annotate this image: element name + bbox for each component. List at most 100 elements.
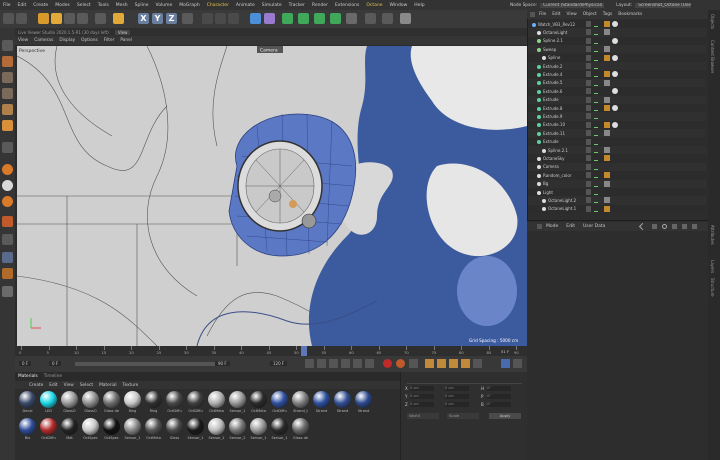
coord-z-field[interactable]: 0 cm bbox=[410, 402, 434, 407]
material-menu-texture[interactable]: Texture bbox=[123, 383, 139, 388]
visibility-dots-icon[interactable] bbox=[586, 205, 591, 212]
visibility-dots-icon[interactable] bbox=[586, 113, 591, 120]
enabled-check-icon[interactable] bbox=[594, 105, 598, 111]
search-icon[interactable] bbox=[662, 224, 667, 229]
viewport[interactable]: Perspective Camera Grid Spacing : 5000 c… bbox=[17, 46, 527, 346]
object-menu-view[interactable]: View bbox=[567, 12, 577, 17]
visibility-dots-icon[interactable] bbox=[586, 163, 591, 170]
enabled-check-icon[interactable] bbox=[594, 29, 598, 36]
coord-h-field[interactable]: 0° bbox=[487, 386, 511, 391]
recent-tool-icon[interactable] bbox=[95, 13, 106, 24]
material-swatch[interactable]: Glass de bbox=[291, 418, 310, 443]
visibility-dots-icon[interactable] bbox=[586, 130, 591, 137]
start-frame-field[interactable]: 0 F bbox=[19, 361, 32, 366]
side-tab-layers[interactable]: Layers bbox=[710, 260, 715, 273]
visibility-dots-icon[interactable] bbox=[586, 147, 591, 153]
attribute-menu-user-data[interactable]: User Data bbox=[583, 224, 605, 229]
object-menu-tags[interactable]: Tags bbox=[603, 12, 613, 17]
object-row[interactable]: OctaneLight.1 bbox=[528, 204, 706, 213]
visibility-dots-icon[interactable] bbox=[586, 46, 591, 53]
enabled-check-icon[interactable] bbox=[594, 206, 598, 212]
coord-x-field[interactable]: 0 cm bbox=[410, 386, 434, 391]
material-menu-edit[interactable]: Edit bbox=[49, 383, 57, 388]
material-swatch[interactable]: Bio bbox=[18, 418, 37, 443]
enabled-check-icon[interactable] bbox=[594, 147, 598, 153]
visibility-dots-icon[interactable] bbox=[586, 79, 591, 86]
visibility-dots-icon[interactable] bbox=[586, 88, 591, 95]
material-swatch[interactable]: OctSpec bbox=[81, 418, 100, 443]
snap-s1-icon[interactable] bbox=[2, 164, 13, 175]
lock-icon[interactable] bbox=[2, 234, 13, 245]
visibility-dots-icon[interactable] bbox=[586, 21, 591, 27]
object-row[interactable]: Light bbox=[528, 188, 706, 197]
layout-dropdown[interactable]: Screenshot_Octane (User) bbox=[635, 2, 692, 8]
object-menu-bookmarks[interactable]: Bookmarks bbox=[618, 12, 642, 17]
material-swatch[interactable]: GlassO bbox=[81, 391, 100, 416]
enabled-check-icon[interactable] bbox=[594, 71, 598, 78]
object-row[interactable]: Extrude.11 bbox=[528, 129, 706, 138]
menu-item-window[interactable]: Window bbox=[390, 3, 408, 8]
size-y-field[interactable]: 0 cm bbox=[445, 394, 469, 399]
coord-mode-dropdown[interactable]: World bbox=[407, 413, 439, 419]
menu-item-octane[interactable]: Octane bbox=[366, 3, 382, 8]
size-z-field[interactable]: 0 cm bbox=[445, 402, 469, 407]
viewport-menu-options[interactable]: Options bbox=[81, 38, 98, 43]
playhead[interactable] bbox=[301, 346, 307, 356]
back-arrow-icon[interactable] bbox=[638, 222, 647, 231]
enabled-check-icon[interactable] bbox=[594, 21, 598, 27]
viewport-menu-view[interactable]: View bbox=[18, 38, 28, 43]
visibility-dots-icon[interactable] bbox=[586, 121, 591, 128]
redo-icon[interactable] bbox=[16, 13, 27, 24]
enabled-check-icon[interactable] bbox=[594, 164, 598, 170]
object-row[interactable]: Spline bbox=[528, 53, 706, 62]
material-swatch[interactable]: Glass de bbox=[102, 391, 121, 416]
scale-icon[interactable] bbox=[64, 13, 75, 24]
enabled-check-icon[interactable] bbox=[594, 63, 598, 69]
up-arrow-icon[interactable] bbox=[652, 224, 657, 229]
make-editable-icon[interactable] bbox=[2, 40, 13, 51]
light-icon[interactable] bbox=[382, 13, 393, 24]
enabled-check-icon[interactable] bbox=[594, 172, 598, 179]
enabled-check-icon[interactable] bbox=[594, 88, 598, 95]
node-space-dropdown[interactable]: Current (Standard/Physical) bbox=[540, 2, 605, 8]
render-settings-icon[interactable] bbox=[228, 13, 239, 24]
object-row[interactable]: Spline.2.1 bbox=[528, 146, 706, 155]
visibility-dots-icon[interactable] bbox=[586, 180, 591, 187]
attribute-menu-mode[interactable]: Mode bbox=[546, 224, 558, 229]
object-row[interactable]: Random_color bbox=[528, 171, 706, 180]
object-row[interactable]: Extrude bbox=[528, 95, 706, 104]
live-select-icon[interactable] bbox=[38, 13, 49, 24]
material-swatch[interactable]: GlassO bbox=[60, 391, 79, 416]
visibility-dots-icon[interactable] bbox=[586, 138, 591, 145]
visibility-dots-icon[interactable] bbox=[586, 29, 591, 36]
interpolation-icon[interactable] bbox=[501, 359, 510, 368]
material-swatch[interactable]: Sensor_1 bbox=[186, 418, 205, 443]
object-row[interactable]: Sweep bbox=[528, 45, 706, 54]
object-row[interactable]: Camera bbox=[528, 162, 706, 171]
object-row[interactable]: Extrude.4 bbox=[528, 70, 706, 79]
subdivision-icon[interactable] bbox=[282, 13, 293, 24]
material-swatch[interactable]: Sensor_1 bbox=[249, 418, 268, 443]
material-tab-materials[interactable]: Materials bbox=[18, 374, 38, 379]
menu-item-file[interactable]: File bbox=[3, 3, 11, 8]
object-row[interactable]: OctaneSky bbox=[528, 154, 706, 163]
coord-p-field[interactable]: 0° bbox=[487, 394, 511, 399]
object-row[interactable]: Extrude.5 bbox=[528, 78, 706, 87]
play-back-icon[interactable] bbox=[329, 359, 338, 368]
transform-icon[interactable] bbox=[113, 13, 124, 24]
material-swatch[interactable]: Sensor_1 bbox=[228, 391, 247, 416]
material-swatch[interactable]: OctMeta bbox=[207, 391, 226, 416]
apply-button[interactable]: Apply bbox=[489, 413, 521, 419]
object-menu-edit[interactable]: Edit bbox=[552, 12, 560, 17]
prev-key-icon[interactable] bbox=[317, 359, 326, 368]
points-mode-icon[interactable] bbox=[2, 88, 13, 99]
camera-dropdown[interactable]: Camera bbox=[260, 48, 278, 54]
attribute-menu-edit[interactable]: Edit bbox=[566, 224, 575, 229]
menu-item-modes[interactable]: Modes bbox=[55, 3, 70, 8]
menu-item-help[interactable]: Help bbox=[414, 3, 424, 8]
material-swatch[interactable]: Sensor_1 bbox=[207, 418, 226, 443]
frame-range-slider[interactable] bbox=[75, 362, 215, 366]
render-region-icon[interactable] bbox=[2, 286, 13, 297]
material-swatch[interactable]: Strand bbox=[354, 391, 373, 416]
material-swatch[interactable]: OctDiffu bbox=[39, 418, 58, 443]
